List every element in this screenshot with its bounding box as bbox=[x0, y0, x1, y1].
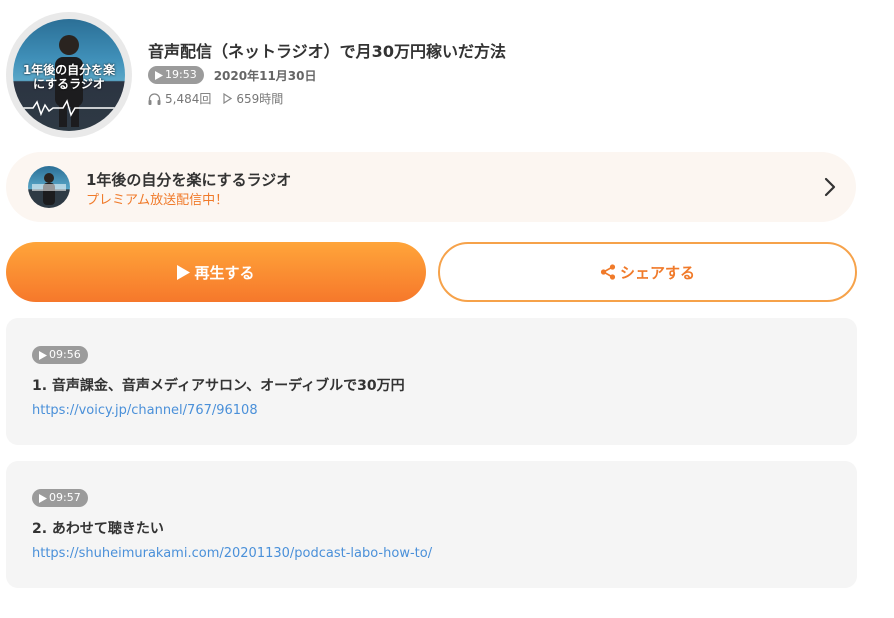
share-button-label: シェアする bbox=[619, 263, 695, 282]
play-count: 5,484回 bbox=[148, 90, 211, 107]
chapter-time: 09:57 bbox=[49, 491, 81, 504]
chapter-link[interactable]: https://voicy.jp/channel/767/96108 bbox=[32, 403, 258, 418]
chapter-time-badge[interactable]: 09:57 bbox=[32, 489, 88, 507]
chevron-right-icon[interactable] bbox=[824, 177, 836, 197]
listen-time-text: 659時間 bbox=[236, 92, 284, 106]
channel-name: 1年後の自分を楽にするラジオ bbox=[86, 171, 292, 189]
episode-cover: 1年後の自分を楽にするラジオ bbox=[6, 12, 132, 138]
episode-stats: 5,484回 659時間 bbox=[148, 90, 283, 107]
chapter-card: 09:57 2. あわせて聴きたい https://shuheimurakami… bbox=[6, 461, 857, 588]
chapter-time: 09:56 bbox=[49, 348, 81, 361]
play-count-text: 5,484回 bbox=[165, 92, 212, 106]
share-icon bbox=[600, 264, 616, 280]
play-icon bbox=[155, 70, 163, 80]
chapter-title: 1. 音声課金、音声メディアサロン、オーディブルで30万円 bbox=[32, 378, 405, 394]
listen-time: 659時間 bbox=[223, 90, 283, 107]
channel-premium-note: プレミアム放送配信中！ bbox=[86, 193, 229, 208]
cover-image: 1年後の自分を楽にするラジオ bbox=[13, 19, 125, 131]
channel-card[interactable]: 1年後の自分を楽にするラジオ プレミアム放送配信中！ bbox=[6, 152, 856, 222]
chapter-card: 09:56 1. 音声課金、音声メディアサロン、オーディブルで30万円 http… bbox=[6, 318, 857, 445]
episode-page: 1年後の自分を楽にするラジオ 音声配信（ネットラジオ）で月30万円稼いだ方法 1… bbox=[0, 0, 894, 618]
episode-title: 音声配信（ネットラジオ）で月30万円稼いだ方法 bbox=[148, 42, 506, 61]
play-icon bbox=[39, 350, 47, 360]
publish-date: 2020年11月30日 bbox=[213, 68, 317, 83]
duration-text: 19:53 bbox=[165, 68, 197, 81]
episode-meta: 19:53 2020年11月30日 bbox=[148, 66, 317, 84]
play-icon bbox=[177, 264, 191, 280]
play-button-label: 再生する bbox=[194, 263, 255, 282]
chapter-time-badge[interactable]: 09:56 bbox=[32, 346, 88, 364]
play-icon bbox=[39, 493, 47, 503]
chapter-title: 2. あわせて聴きたい bbox=[32, 521, 164, 537]
duration-badge: 19:53 bbox=[148, 66, 204, 84]
share-button[interactable]: シェアする bbox=[438, 242, 857, 302]
channel-avatar-image bbox=[32, 173, 66, 205]
headphones-icon bbox=[148, 92, 161, 105]
play-outline-icon bbox=[223, 93, 233, 104]
cover-title-text: 1年後の自分を楽にするラジオ bbox=[22, 63, 116, 91]
channel-avatar bbox=[28, 166, 70, 208]
waveform-icon bbox=[23, 99, 115, 117]
play-button[interactable]: 再生する bbox=[6, 242, 426, 302]
chapter-link[interactable]: https://shuheimurakami.com/20201130/podc… bbox=[32, 546, 432, 561]
